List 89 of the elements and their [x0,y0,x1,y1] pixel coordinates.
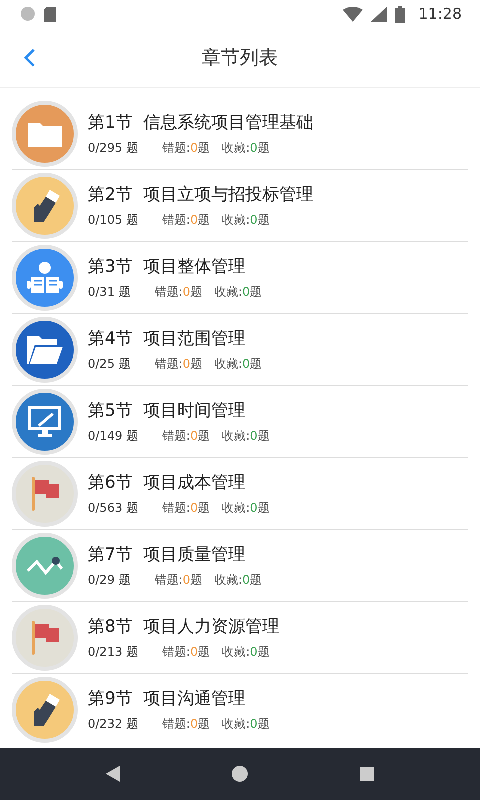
favorite-unit: 题 [258,644,270,660]
favorite-count: 0 [250,429,258,443]
wrong-unit: 题 [198,428,210,444]
wrong-count: 0 [182,285,190,299]
clock-time: 11:28 [418,5,462,23]
chapter-title[interactable]: 第2节 项目立项与招投标管理 [88,182,314,206]
wrong-unit: 题 [190,284,202,300]
progress-count: 0/31 题 [88,284,131,300]
wrong-unit: 题 [198,140,210,156]
favorite-unit: 题 [250,356,262,372]
favorite-unit: 题 [258,428,270,444]
chapter-title[interactable]: 第8节 项目人力资源管理 [88,614,280,638]
page-title: 章节列表 [202,46,278,70]
favorite-label: 收藏: [222,644,250,660]
favorite-label: 收藏: [222,140,250,156]
wrong-count: 0 [190,645,198,659]
wrong-unit: 题 [190,356,202,372]
wrong-label: 错题: [154,356,183,372]
wrong-count: 0 [190,717,198,731]
favorite-count: 0 [250,717,258,731]
flag-icon [30,476,60,510]
chapter-title[interactable]: 第4节 项目范围管理 [88,326,262,350]
progress-count: 0/25 题 [88,356,131,372]
wrong-label: 错题: [162,500,190,516]
wrong-count: 0 [190,429,198,443]
progress-count: 0/29 题 [88,572,131,588]
wrong-label: 错题: [162,140,190,156]
progress-count: 0/149 题 [88,428,138,444]
favorite-label: 收藏: [222,500,250,516]
wrong-label: 错题: [154,572,183,588]
wrong-count: 0 [182,357,190,371]
wrong-unit: 题 [198,212,210,228]
progress-count: 0/563 题 [88,500,138,516]
favorite-unit: 题 [258,500,270,516]
wrong-unit: 题 [198,500,210,516]
wrong-label: 错题: [154,284,183,300]
chapter-title[interactable]: 第5节 项目时间管理 [88,398,270,422]
wrong-count: 0 [190,213,198,227]
wrong-count: 0 [190,141,198,155]
wrong-unit: 题 [190,572,202,588]
notification-dot-icon [20,6,36,22]
favorite-unit: 题 [258,716,270,732]
favorite-count: 0 [250,645,258,659]
progress-count: 0/232 题 [88,716,138,732]
wrong-count: 0 [190,501,198,515]
favorite-unit: 题 [250,284,262,300]
flag-icon [30,620,60,654]
reader-icon [27,260,63,294]
chapter-title[interactable]: 第7节 项目质量管理 [88,542,262,566]
chapter-title[interactable]: 第6节 项目成本管理 [88,470,270,494]
favorite-label: 收藏: [222,212,250,228]
favorite-unit: 题 [258,140,270,156]
chapter-title[interactable]: 第9节 项目沟通管理 [88,686,270,710]
home-nav-icon[interactable] [232,766,248,782]
favorite-count: 0 [250,141,258,155]
favorite-count: 0 [242,573,250,587]
favorite-unit: 题 [258,212,270,228]
favorite-count: 0 [242,285,250,299]
favorite-label: 收藏: [214,356,242,372]
favorite-label: 收藏: [214,572,242,588]
wrong-label: 错题: [162,716,190,732]
wrong-unit: 题 [198,644,210,660]
favorite-label: 收藏: [222,428,250,444]
favorite-count: 0 [250,501,258,515]
favorite-unit: 题 [250,572,262,588]
monitor-icon [28,406,62,438]
back-icon [24,48,36,68]
sd-card-icon [44,6,56,22]
wrong-count: 0 [182,573,190,587]
back-nav-icon[interactable] [106,766,120,782]
wifi-icon [342,6,363,22]
wrong-unit: 题 [198,716,210,732]
folder-icon [27,336,63,364]
favorite-label: 收藏: [222,716,250,732]
favorite-count: 0 [250,213,258,227]
line-chart-icon [26,554,64,576]
progress-count: 0/105 题 [88,212,138,228]
progress-count: 0/295 题 [88,140,138,156]
progress-count: 0/213 题 [88,644,138,660]
chapter-title[interactable]: 第1节 信息系统项目管理基础 [88,110,314,134]
favorite-label: 收藏: [214,284,242,300]
wrong-label: 错题: [162,212,190,228]
wrong-label: 错题: [162,644,190,660]
signal-icon [370,6,387,22]
battery-icon [394,6,405,22]
chapter-title[interactable]: 第3节 项目整体管理 [88,254,262,278]
wrong-label: 错题: [162,428,190,444]
favorite-count: 0 [242,357,250,371]
folder-icon [28,120,62,146]
